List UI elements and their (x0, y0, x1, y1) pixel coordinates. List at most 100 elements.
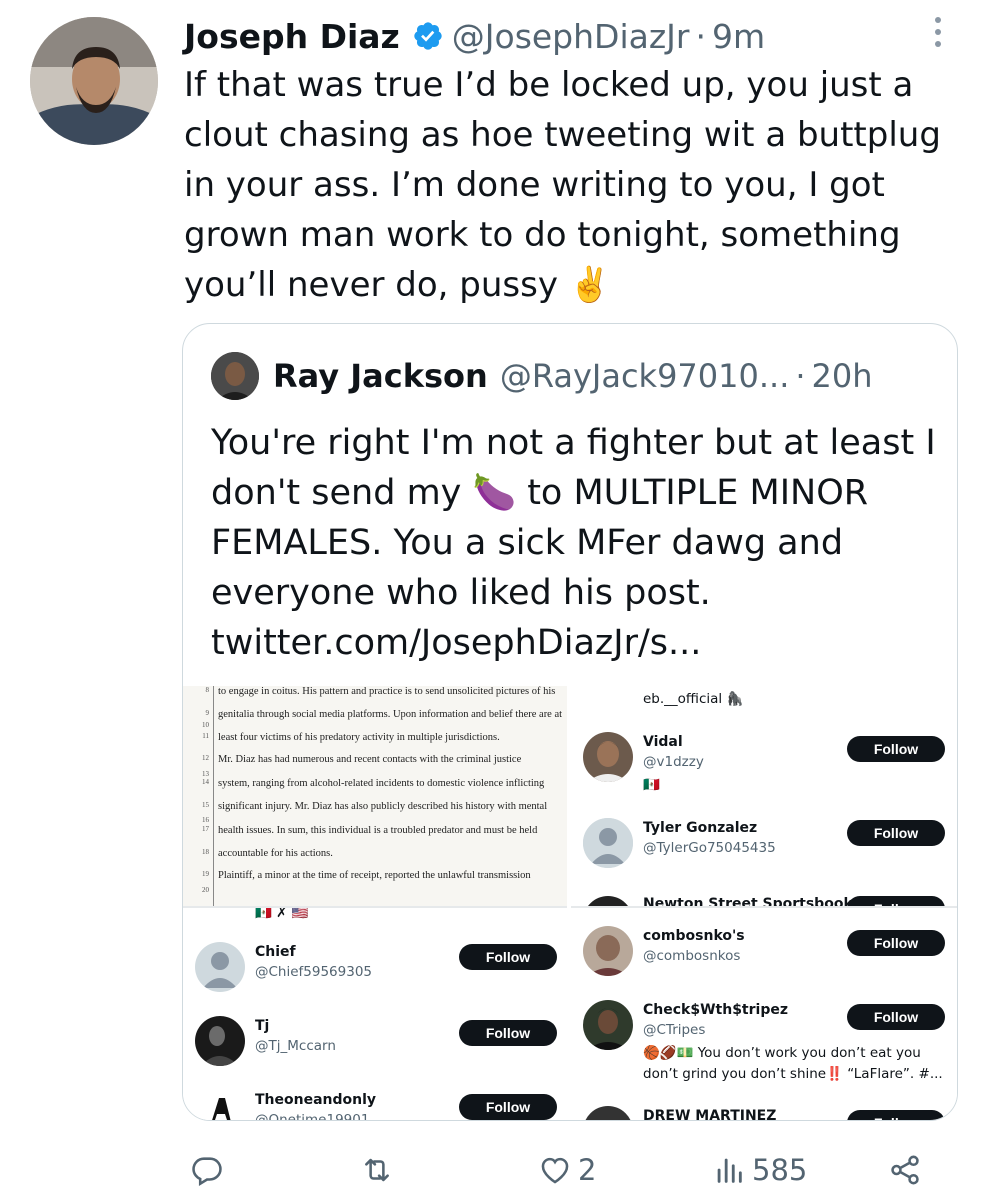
partial-bio: eb.__official 🦍 (643, 691, 744, 707)
line-number: 18 (202, 848, 209, 856)
follow-button[interactable]: Follow (847, 896, 945, 906)
follow-list-image[interactable]: combosnko's @combosnkos Follow Check$Wth… (571, 906, 957, 1120)
document-margin-rule (213, 686, 214, 906)
quote-author-handle[interactable]: @RayJack97010... (500, 357, 790, 395)
document-line: Plaintiff, a minor at the time of receip… (218, 870, 531, 881)
more-options-icon[interactable] (926, 14, 950, 54)
quote-author-avatar[interactable] (211, 352, 259, 400)
user-avatar[interactable] (583, 1106, 633, 1120)
share-button[interactable] (888, 1140, 922, 1200)
user-name[interactable]: combosnko's (643, 928, 745, 944)
like-button[interactable]: 2 (538, 1140, 596, 1200)
quoted-tweet[interactable]: Ray Jackson @RayJack97010... · 20h You'r… (182, 323, 958, 1121)
user-name[interactable]: Newton Street Sportsbook (643, 896, 853, 906)
list-item[interactable]: combosnko's @combosnkos Follow (571, 926, 957, 982)
user-avatar[interactable] (583, 1000, 633, 1050)
document-line: to engage in coitus. His pattern and pra… (218, 686, 556, 697)
list-item[interactable]: Chief @Chief59569305 Follow (183, 942, 567, 998)
author-avatar[interactable] (30, 17, 158, 145)
quote-author-name[interactable]: Ray Jackson (273, 357, 488, 395)
quote-header: Ray Jackson @RayJack97010... · 20h (211, 352, 873, 400)
follow-button[interactable]: Follow (847, 1004, 945, 1030)
share-icon (891, 1155, 919, 1185)
line-number: 12 (202, 754, 209, 762)
user-name[interactable]: DREW MARTINEZ (643, 1108, 776, 1120)
separator-dot: · (695, 16, 706, 56)
like-count: 2 (578, 1153, 597, 1187)
legal-document-image[interactable]: 8 to engage in coitus. His pattern and pr… (183, 686, 567, 906)
user-name[interactable]: Check$Wth$tripez (643, 1002, 788, 1018)
user-handle: @Onetime19901 (255, 1112, 370, 1121)
document-line: genitalia through social media platforms… (218, 709, 563, 720)
user-handle: @CTripes (643, 1022, 706, 1038)
user-name[interactable]: Vidal (643, 734, 683, 750)
user-handle: @combosnkos (643, 948, 741, 964)
list-item[interactable]: Vidal @v1dzzy 🇲🇽 Follow (571, 732, 957, 802)
retweet-button[interactable] (360, 1140, 400, 1200)
verified-badge-icon (414, 22, 442, 50)
user-bio: don’t grind you don’t shine‼️ “LaFlare”.… (643, 1066, 943, 1082)
line-number: 20 (202, 886, 209, 894)
tweet-action-bar: 2 585 (0, 1140, 986, 1200)
line-number: 14 (202, 778, 209, 786)
follow-button[interactable]: Follow (459, 1020, 557, 1046)
heart-icon (541, 1157, 569, 1184)
line-number: 13 (202, 770, 209, 778)
line-number: 11 (202, 732, 209, 740)
list-item[interactable]: Tyler Gonzalez @TylerGo75045435 Follow (571, 818, 957, 874)
list-item[interactable]: Newton Street Sportsbook Follow (571, 896, 957, 906)
tweet-text-line: you’ll never do, pussy ✌️ (184, 265, 612, 305)
quote-text-line: don't send my 🍆 to MULTIPLE MINOR (211, 473, 869, 513)
follow-button[interactable]: Follow (847, 736, 945, 762)
author-handle[interactable]: @JosephDiazJr (452, 17, 690, 56)
follow-button[interactable]: Follow (847, 930, 945, 956)
list-item[interactable]: Tj @Tj_Mccarn Follow (183, 1016, 567, 1072)
document-line: Mr. Diaz has had numerous and recent con… (218, 754, 522, 765)
user-handle: @v1dzzy (643, 754, 704, 770)
user-name[interactable]: Chief (255, 944, 296, 960)
document-line: health issues. In sum, this individual i… (218, 825, 538, 836)
quote-text: You're right I'm not a fighter but at le… (211, 418, 936, 668)
line-number: 16 (202, 816, 209, 824)
line-number: 10 (202, 721, 209, 729)
quote-text-line: FEMALES. You a sick MFer dawg and (211, 523, 844, 563)
follow-button[interactable]: Follow (459, 944, 557, 970)
follow-list-image[interactable]: eb.__official 🦍 Vidal @v1dzzy 🇲🇽 Follow … (571, 686, 957, 906)
line-number: 17 (202, 825, 209, 833)
author-name[interactable]: Joseph Diaz (184, 17, 400, 56)
user-handle: @Tj_Mccarn (255, 1038, 336, 1054)
quote-link[interactable]: twitter.com/JosephDiazJr/s... (211, 618, 936, 668)
user-avatar[interactable] (583, 732, 633, 782)
user-name[interactable]: Tj (255, 1018, 269, 1034)
list-item[interactable]: DREW MARTINEZ Follow (571, 1106, 957, 1120)
user-name[interactable]: Tyler Gonzalez (643, 820, 757, 836)
tweet-text-line: in your ass. I’m done writing to you, I … (184, 165, 885, 205)
views-chart-icon (717, 1158, 742, 1183)
line-number: 19 (202, 870, 209, 878)
follow-list-image[interactable]: 🇲🇽 ✗ 🇺🇸 Chief @Chief59569305 Follow Tj @… (183, 906, 567, 1121)
list-item[interactable]: Theoneandonly @Onetime19901 Follow (183, 1090, 567, 1121)
list-item[interactable]: Check$Wth$tripez @CTripes 🏀🏈💵 You don’t … (571, 1000, 957, 1096)
user-avatar[interactable] (583, 896, 633, 906)
reply-button[interactable] (190, 1140, 230, 1200)
line-number: 15 (202, 801, 209, 809)
user-avatar[interactable] (583, 818, 633, 868)
tweet-text: If that was true I’d be locked up, you j… (184, 60, 974, 310)
tweet-time[interactable]: 9m (712, 17, 765, 56)
quote-text-line: everyone who liked his post. (211, 573, 711, 613)
follow-button[interactable]: Follow (847, 1110, 945, 1120)
views-button[interactable]: 585 (712, 1140, 807, 1200)
user-avatar[interactable] (583, 926, 633, 976)
views-count: 585 (752, 1153, 808, 1187)
quote-text-line: You're right I'm not a fighter but at le… (211, 423, 936, 463)
user-avatar[interactable] (195, 1090, 245, 1120)
user-name[interactable]: Theoneandonly (255, 1092, 376, 1108)
user-avatar[interactable] (195, 1016, 245, 1066)
follow-button[interactable]: Follow (847, 820, 945, 846)
line-number: 9 (205, 709, 210, 717)
follow-button[interactable]: Follow (459, 1094, 557, 1120)
user-avatar[interactable] (195, 942, 245, 992)
quote-time[interactable]: 20h (812, 357, 873, 395)
user-handle: @TylerGo75045435 (643, 840, 776, 856)
retweet-icon (365, 1158, 389, 1182)
